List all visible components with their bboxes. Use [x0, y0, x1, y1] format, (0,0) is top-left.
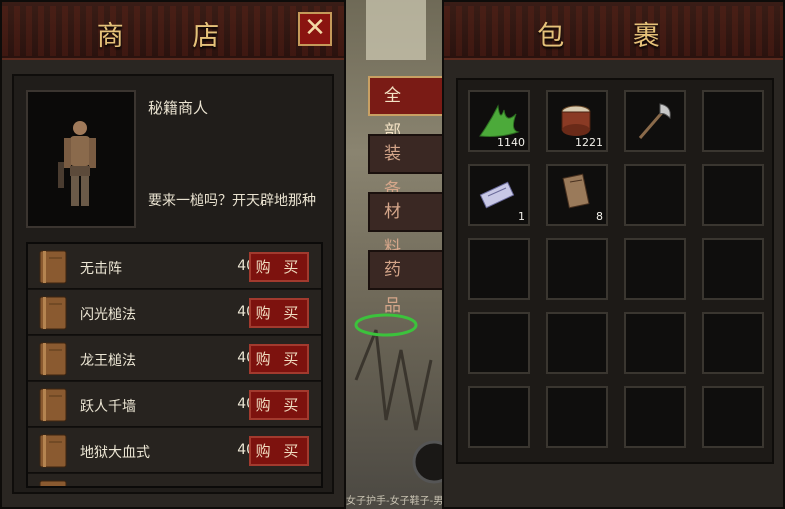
- inventory-slot[interactable]: [546, 238, 608, 300]
- skill-book-icon: [39, 480, 67, 486]
- inventory-slot[interactable]: [702, 386, 764, 448]
- buy-button[interactable]: 购 买: [249, 252, 309, 282]
- bag-panel: 包 裹 1140 1221 1 8: [442, 0, 785, 509]
- inventory-slot[interactable]: [468, 312, 530, 374]
- item-count: 1140: [497, 136, 525, 149]
- skill-book-icon: [39, 434, 67, 468]
- shop-item-row[interactable]: 龙王槌法 400 购 买: [28, 336, 321, 381]
- inventory-slot[interactable]: [702, 238, 764, 300]
- shop-panel: 商 店 ✕ 秘籍商人 要来一槌吗？开天辟地那种 无击阵 400 购 买 闪光槌法…: [0, 0, 346, 509]
- shop-titlebar: 商 店 ✕: [2, 2, 344, 60]
- shop-item-row[interactable]: 跃人千墙 400 购 买: [28, 382, 321, 427]
- shop-item-row-partial[interactable]: [28, 474, 321, 486]
- inventory-slot[interactable]: 1221: [546, 90, 608, 152]
- item-count: 8: [596, 210, 603, 223]
- skill-book-icon: [39, 296, 67, 330]
- skill-book-icon: [39, 342, 67, 376]
- shop-item-row[interactable]: 地狱大血式 400 购 买: [28, 428, 321, 473]
- inventory-slot[interactable]: [624, 238, 686, 300]
- scene-caption: 女子护手-女子鞋子-男: [346, 496, 442, 507]
- item-count: 1221: [575, 136, 603, 149]
- npc-dialog: 要来一槌吗？开天辟地那种: [148, 193, 316, 209]
- merchant-figure-icon: [58, 121, 96, 206]
- tab-potions[interactable]: 药 品: [368, 250, 442, 316]
- shop-item-list[interactable]: 无击阵 400 购 买 闪光槌法 400 购 买 龙王槌法 400 购 买 跃人…: [26, 242, 323, 488]
- item-name: 无击阵: [80, 261, 122, 277]
- inventory-slot[interactable]: 8: [546, 164, 608, 226]
- buy-button[interactable]: 购 买: [249, 344, 309, 374]
- shop-item-row[interactable]: 无击阵 400 购 买: [28, 244, 321, 289]
- item-name: 地狱大血式: [80, 445, 150, 461]
- skill-book-icon: [39, 250, 67, 284]
- inventory-grid: 1140 1221 1 8: [456, 78, 774, 464]
- inventory-slot[interactable]: [546, 386, 608, 448]
- tab-equipment[interactable]: 装 备: [368, 134, 442, 200]
- inventory-slot[interactable]: [624, 386, 686, 448]
- bag-title: 包 裹: [537, 21, 690, 52]
- game-scene: 全 部 装 备 材 料 药 品 女子护手-女子鞋子-男: [346, 0, 442, 509]
- inventory-slot[interactable]: [702, 312, 764, 374]
- buy-button[interactable]: 购 买: [249, 390, 309, 420]
- inventory-slot[interactable]: [468, 238, 530, 300]
- item-name: 龙王槌法: [80, 353, 136, 369]
- close-button[interactable]: ✕: [298, 12, 332, 46]
- inventory-slot[interactable]: [702, 164, 764, 226]
- skill-book-icon: [39, 388, 67, 422]
- bag-titlebar: 包 裹: [444, 2, 783, 60]
- buy-button[interactable]: 购 买: [249, 298, 309, 328]
- inventory-slot[interactable]: [624, 90, 686, 152]
- buy-button[interactable]: 购 买: [249, 436, 309, 466]
- tab-materials[interactable]: 材 料: [368, 192, 442, 258]
- inventory-slot[interactable]: [468, 386, 530, 448]
- inventory-slot[interactable]: 1140: [468, 90, 530, 152]
- npc-name: 秘籍商人: [148, 99, 209, 117]
- item-name: 闪光槌法: [80, 307, 136, 323]
- tab-all[interactable]: 全 部: [368, 76, 442, 142]
- inventory-slot[interactable]: 1: [468, 164, 530, 226]
- item-count: 1: [518, 210, 525, 223]
- item-name: 跃人千墙: [80, 399, 136, 415]
- npc-portrait: [26, 90, 136, 228]
- inventory-slot[interactable]: [624, 312, 686, 374]
- inventory-slot[interactable]: [624, 164, 686, 226]
- shop-title: 商 店: [96, 21, 250, 52]
- inventory-slot[interactable]: [546, 312, 608, 374]
- inventory-slot[interactable]: [702, 90, 764, 152]
- shop-item-row[interactable]: 闪光槌法 400 购 买: [28, 290, 321, 335]
- axe-icon: [638, 103, 671, 139]
